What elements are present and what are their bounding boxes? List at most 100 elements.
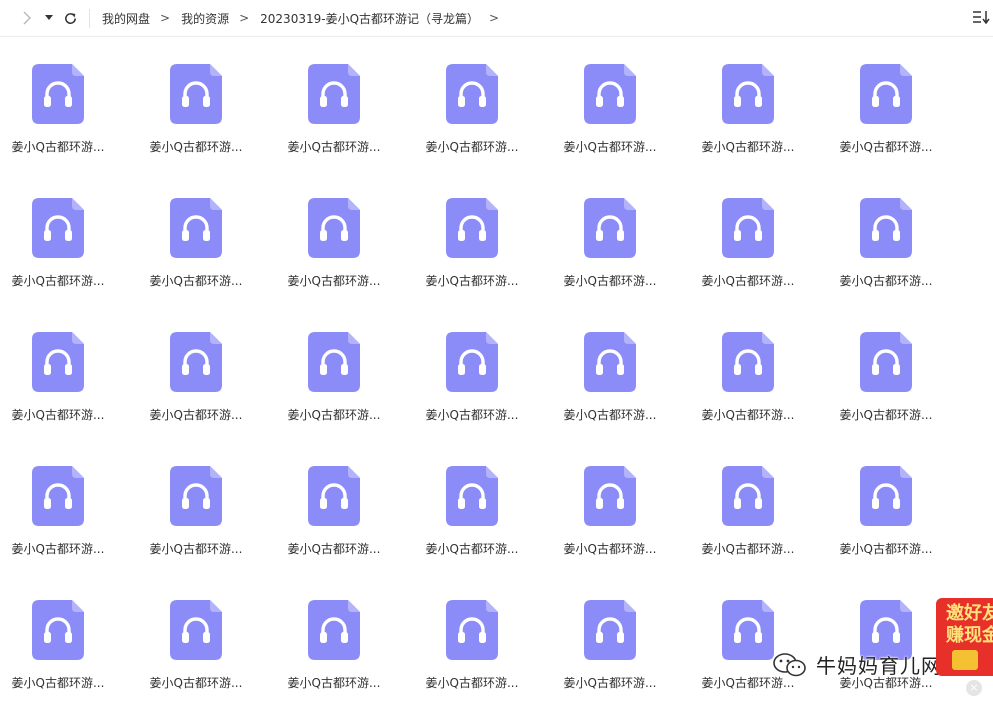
breadcrumb-separator: > <box>160 11 171 25</box>
promo-close-button[interactable]: × <box>966 680 982 696</box>
audio-file-icon <box>722 64 774 124</box>
file-name: 姜小Q古都环游... <box>149 408 243 422</box>
breadcrumb-current-folder[interactable]: 20230319-姜小Q古都环游记（寻龙篇） <box>260 10 479 27</box>
file-item[interactable]: 姜小Q古都环游... <box>414 440 552 574</box>
chevron-right-icon <box>23 11 31 25</box>
breadcrumb-my-drive[interactable]: 我的网盘 <box>102 10 150 27</box>
audio-file-icon <box>722 332 774 392</box>
file-name: 姜小Q古都环游... <box>287 274 381 288</box>
file-item[interactable]: 姜小Q古都环游... <box>690 306 828 440</box>
refresh-icon <box>64 12 76 24</box>
audio-file-icon <box>446 64 498 124</box>
caret-down-icon <box>45 15 53 20</box>
file-item[interactable]: 姜小Q古都环游... <box>828 38 966 172</box>
file-name: 姜小Q古都环游... <box>11 542 105 556</box>
invite-promo-banner[interactable]: 邀好友 赚现金 <box>936 598 993 676</box>
file-item[interactable]: 姜小Q古都环游... <box>414 574 552 708</box>
file-item[interactable]: 姜小Q古都环游... <box>0 440 138 574</box>
wechat-icon <box>773 652 806 676</box>
file-name: 姜小Q古都环游... <box>563 676 657 690</box>
audio-file-icon <box>308 332 360 392</box>
audio-file-icon <box>308 64 360 124</box>
file-name: 姜小Q古都环游... <box>287 542 381 556</box>
audio-file-icon <box>308 198 360 258</box>
file-name: 姜小Q古都环游... <box>287 408 381 422</box>
file-item[interactable]: 姜小Q古都环游... <box>552 38 690 172</box>
file-name: 姜小Q古都环游... <box>839 408 933 422</box>
file-name: 姜小Q古都环游... <box>425 140 519 154</box>
file-name: 姜小Q古都环游... <box>11 676 105 690</box>
file-item[interactable]: 姜小Q古都环游... <box>552 306 690 440</box>
breadcrumb-separator: > <box>239 11 250 25</box>
file-item[interactable]: 姜小Q古都环游... <box>0 172 138 306</box>
file-item[interactable]: 姜小Q古都环游... <box>276 172 414 306</box>
file-item[interactable]: 姜小Q古都环游... <box>690 172 828 306</box>
file-item[interactable]: 姜小Q古都环游... <box>414 38 552 172</box>
audio-file-icon <box>446 466 498 526</box>
file-item[interactable]: 姜小Q古都环游... <box>690 38 828 172</box>
file-name: 姜小Q古都环游... <box>701 140 795 154</box>
toolbar-divider <box>89 9 90 28</box>
file-item[interactable]: 姜小Q古都环游... <box>276 574 414 708</box>
audio-file-icon <box>32 64 84 124</box>
file-name: 姜小Q古都环游... <box>11 274 105 288</box>
file-name: 姜小Q古都环游... <box>425 676 519 690</box>
file-item[interactable]: 姜小Q古都环游... <box>552 574 690 708</box>
audio-file-icon <box>170 64 222 124</box>
audio-file-icon <box>446 332 498 392</box>
file-item[interactable]: 姜小Q古都环游... <box>138 440 276 574</box>
file-name: 姜小Q古都环游... <box>701 274 795 288</box>
file-name: 姜小Q古都环游... <box>11 408 105 422</box>
file-name: 姜小Q古都环游... <box>149 676 243 690</box>
file-item[interactable]: 姜小Q古都环游... <box>828 306 966 440</box>
file-item[interactable]: 姜小Q古都环游... <box>138 38 276 172</box>
file-item[interactable]: 姜小Q古都环游... <box>690 440 828 574</box>
promo-line-1: 邀好友 <box>946 603 993 624</box>
audio-file-icon <box>170 198 222 258</box>
refresh-button[interactable] <box>60 8 80 28</box>
audio-file-icon <box>584 64 636 124</box>
file-item[interactable]: 姜小Q古都环游... <box>0 574 138 708</box>
audio-file-icon <box>860 466 912 526</box>
file-item[interactable]: 姜小Q古都环游... <box>276 440 414 574</box>
file-name: 姜小Q古都环游... <box>287 676 381 690</box>
audio-file-icon <box>308 600 360 660</box>
watermark: 牛妈妈育儿网 <box>770 650 942 679</box>
file-name: 姜小Q古都环游... <box>287 140 381 154</box>
file-item[interactable]: 姜小Q古都环游... <box>138 172 276 306</box>
audio-file-icon <box>584 332 636 392</box>
sort-button[interactable] <box>972 9 992 27</box>
audio-file-icon <box>860 332 912 392</box>
file-item[interactable]: 姜小Q古都环游... <box>0 38 138 172</box>
history-dropdown-button[interactable] <box>42 8 56 28</box>
file-item[interactable]: 姜小Q古都环游... <box>276 38 414 172</box>
file-item[interactable]: 姜小Q古都环游... <box>552 440 690 574</box>
file-name: 姜小Q古都环游... <box>563 274 657 288</box>
file-item[interactable]: 姜小Q古都环游... <box>414 306 552 440</box>
file-name: 姜小Q古都环游... <box>149 140 243 154</box>
breadcrumb-my-resources[interactable]: 我的资源 <box>181 10 229 27</box>
audio-file-icon <box>170 600 222 660</box>
file-item[interactable]: 姜小Q古都环游... <box>828 440 966 574</box>
audio-file-icon <box>860 64 912 124</box>
file-name: 姜小Q古都环游... <box>839 542 933 556</box>
file-item[interactable]: 姜小Q古都环游... <box>138 306 276 440</box>
file-item[interactable]: 姜小Q古都环游... <box>276 306 414 440</box>
audio-file-icon <box>32 332 84 392</box>
file-item[interactable]: 姜小Q古都环游... <box>828 172 966 306</box>
file-name: 姜小Q古都环游... <box>563 542 657 556</box>
file-item[interactable]: 姜小Q古都环游... <box>552 172 690 306</box>
file-item[interactable]: 姜小Q古都环游... <box>138 574 276 708</box>
file-name: 姜小Q古都环游... <box>149 542 243 556</box>
audio-file-icon <box>308 466 360 526</box>
audio-file-icon <box>860 198 912 258</box>
audio-file-icon <box>446 600 498 660</box>
audio-file-icon <box>32 466 84 526</box>
file-name: 姜小Q古都环游... <box>839 140 933 154</box>
file-item[interactable]: 姜小Q古都环游... <box>0 306 138 440</box>
file-item[interactable]: 姜小Q古都环游... <box>414 172 552 306</box>
file-name: 姜小Q古都环游... <box>563 408 657 422</box>
forward-button[interactable] <box>18 8 36 28</box>
file-name: 姜小Q古都环游... <box>701 408 795 422</box>
file-item[interactable]: 姜小Q古都环游... <box>690 574 828 708</box>
